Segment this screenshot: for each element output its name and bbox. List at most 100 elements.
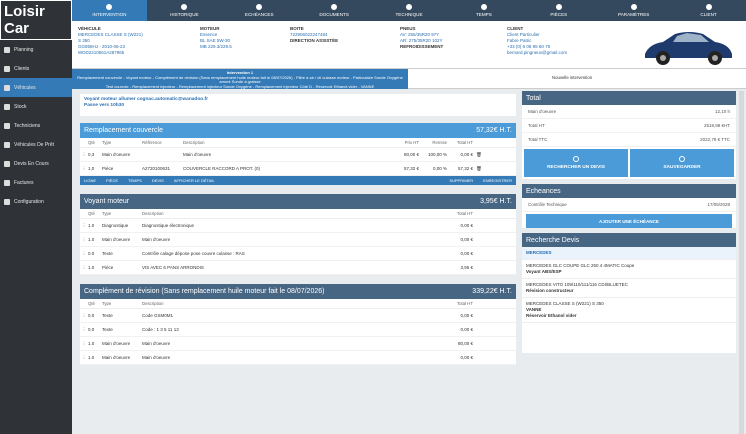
drag-handle-icon[interactable]: ⋮ — [80, 355, 88, 361]
sidebar-item-label: Stock — [14, 103, 27, 110]
add-deadline-button[interactable]: AJOUTER UNE ÉCHÉANCE — [526, 214, 732, 228]
row-total: 0,00 € — [460, 223, 473, 228]
sidebar-item[interactable]: Véhicules De Prêt — [0, 135, 72, 154]
client-info: CLIENT Client Particulier Fabre Patric +… — [507, 26, 568, 55]
sidebar-item-label: Techniciens — [14, 122, 41, 129]
drag-handle-icon[interactable]: ⋮ — [80, 313, 88, 319]
quote-title: Voyant ABS/ESP — [526, 269, 562, 274]
current-intervention-tab[interactable]: Intervention 1 Remplacement couvercle - … — [72, 69, 408, 89]
search-quote-button[interactable]: RECHERCHER UN DEVIS — [524, 149, 628, 177]
sidebar-item[interactable]: Configuration — [0, 192, 72, 211]
show-detail-button[interactable]: AFFICHER LE DÉTAIL — [174, 178, 215, 183]
vehicle-info: VÉHICULE MERCEDES CLASSE S (W221) S 350 … — [78, 26, 143, 55]
table-row[interactable]: ⋮ 0.0 Texte Code GSM0M1 0,00 € — [80, 309, 516, 323]
add-quote-button[interactable]: DEVIS — [152, 178, 164, 183]
drag-handle-icon[interactable]: ⋮ — [80, 166, 88, 172]
quote-title: Révision constructeur — [526, 288, 574, 293]
clock-icon — [480, 4, 487, 10]
row-type: Texte — [102, 313, 113, 318]
calendar-icon — [256, 4, 263, 10]
trash-icon[interactable]: 🗑 — [473, 166, 485, 172]
block-header[interactable]: Complément de révision (Sans remplacemen… — [80, 284, 516, 299]
row-price: 57,32 € — [403, 166, 419, 171]
table-row[interactable]: ⋮ 1,0 Pièce A2720100631 COUVERCLE RACCORD A … — [80, 162, 516, 176]
drag-handle-icon[interactable]: ⋮ — [80, 327, 88, 333]
intervention-note[interactable]: Voyant moteur allumer cognac.automatic@w… — [80, 94, 516, 116]
table-row[interactable]: ⋮ 1.0 Pièce VIS AVEC 6 PANS ARRONDIS 3,95 € — [80, 261, 516, 275]
table-row[interactable]: ⋮ 0.0 Texte Code : 1 3 5 11 13 0,00 € — [80, 323, 516, 337]
car-image — [645, 32, 732, 65]
add-time-button[interactable]: TEMPS — [128, 178, 142, 183]
add-part-button[interactable]: PIÈCE — [106, 178, 118, 183]
block-header[interactable]: Voyant moteur 3,95€ H.T. — [80, 194, 516, 209]
deadlines-panel: Echeances Contrôle Technique 17/05/2028 A… — [522, 184, 736, 228]
row-desc: Contrôle calage dépose pose couvre culas… — [142, 251, 245, 256]
sidebar-item[interactable]: Véhicules — [0, 78, 72, 97]
intervention-block: Remplacement couvercle 57,32€ H.T. Qté Type… — [80, 123, 516, 185]
vehicle-info-bar: VÉHICULE MERCEDES CLASSE S (W221) S 350 … — [72, 21, 746, 69]
gearbox-info: BOITE 722906022247484 DIRECTION ASSISTÉE — [290, 26, 339, 43]
drag-handle-icon[interactable]: ⋮ — [80, 237, 88, 243]
sidebar-item[interactable]: Planning — [0, 40, 72, 59]
quote-result[interactable]: MERCEDES VITO 109/110/111/116 CDI/BLUETE… — [522, 279, 736, 298]
quote-group-header[interactable]: MERCEDES — [522, 247, 736, 260]
table-row[interactable]: ⋮ 0.0 Texte Contrôle calage dépose pose cou… — [80, 247, 516, 261]
row-total: 3,95 € — [460, 265, 473, 270]
sidebar-item[interactable]: Devis En Cours — [0, 154, 72, 173]
add-line-button[interactable]: LIGNE — [84, 178, 96, 183]
tab-item[interactable]: Documents — [297, 0, 372, 21]
intervention-content: Voyant moteur allumer cognac.automatic@w… — [80, 94, 516, 434]
tab-item[interactable]: Historique — [147, 0, 222, 21]
tab-label: Paramètres — [618, 12, 650, 17]
row-type: Main d'oeuvre — [102, 152, 131, 157]
file-icon — [4, 160, 10, 167]
sidebar-item-label: Devis En Cours — [14, 160, 49, 167]
sidebar-item[interactable]: Techniciens — [0, 116, 72, 135]
tab-item[interactable]: Intervention — [72, 0, 147, 21]
sidebar-item-label: Configuration — [14, 198, 44, 205]
row-qty: 0.0 — [88, 313, 95, 318]
tab-item[interactable]: Paramètres — [596, 0, 671, 21]
deadline-row: Contrôle Technique 17/05/2028 — [522, 198, 736, 212]
row-total: 0,00 € — [460, 355, 473, 360]
sidebar-item[interactable]: Factures — [0, 173, 72, 192]
row-qty: 1.0 — [88, 237, 95, 242]
table-row[interactable]: ⋮ 1.0 Main d'oeuvre Main d'oeuvre 0,00 € — [80, 233, 516, 247]
drag-handle-icon[interactable]: ⋮ — [80, 223, 88, 229]
table-row[interactable]: ⋮ 1.0 Main d'oeuvre Main d'oeuvre 0,00 € — [80, 351, 516, 365]
drag-handle-icon[interactable]: ⋮ — [80, 265, 88, 271]
tab-item[interactable]: Echéances — [222, 0, 297, 21]
tab-item[interactable]: Pièces — [521, 0, 596, 21]
drag-handle-icon[interactable]: ⋮ — [80, 251, 88, 257]
column-header: Type — [102, 211, 112, 216]
new-intervention-tab[interactable]: Nouvelle intervention — [552, 75, 592, 80]
tab-item[interactable]: Technique — [372, 0, 447, 21]
search-icon — [573, 156, 579, 162]
row-total: 0,00 € — [460, 251, 473, 256]
row-qty: 1.0 — [88, 355, 95, 360]
quote-result[interactable]: MERCEDES CLASSE S (W221) S 350 VANNE Réser… — [522, 298, 736, 323]
column-header: Prix HT — [404, 140, 419, 145]
block-header[interactable]: Remplacement couvercle 57,32€ H.T. — [80, 123, 516, 138]
drag-handle-icon[interactable]: ⋮ — [80, 152, 88, 158]
sidebar-item[interactable]: Clients — [0, 59, 72, 78]
table-row[interactable]: ⋮ 0,3 Main d'oeuvre Main d'oeuvre 80,00 € 100… — [80, 148, 516, 162]
delete-button[interactable]: SUPPRIMER — [449, 178, 473, 183]
trash-icon[interactable]: 🗑 — [473, 152, 485, 158]
scrollbar[interactable] — [739, 91, 744, 434]
row-total: 57,32 € — [457, 166, 473, 171]
column-header: Référence — [142, 140, 162, 145]
save-block-button[interactable]: ENREGISTRER — [483, 178, 512, 183]
column-header: Description — [183, 140, 205, 145]
tab-item[interactable]: Client — [671, 0, 746, 21]
block-title: Voyant moteur — [84, 198, 130, 205]
save-button[interactable]: SAUVEGARDER — [630, 149, 734, 177]
tab-item[interactable]: Temps — [446, 0, 521, 21]
sidebar-item[interactable]: Stock — [0, 97, 72, 116]
row-type: Main d'oeuvre — [102, 237, 131, 242]
app-logo[interactable]: Loisir Car — [0, 0, 72, 40]
drag-handle-icon[interactable]: ⋮ — [80, 341, 88, 347]
table-row[interactable]: ⋮ 1.0 Diagnostique Diagnostique électroniqu… — [80, 219, 516, 233]
quote-result[interactable]: MERCEDES GLC COUPE GLC 250 4 4MATIC Coup… — [522, 260, 736, 279]
table-row[interactable]: ⋮ 1.0 Main d'oeuvre Main d'oeuvre 80,00 € — [80, 337, 516, 351]
